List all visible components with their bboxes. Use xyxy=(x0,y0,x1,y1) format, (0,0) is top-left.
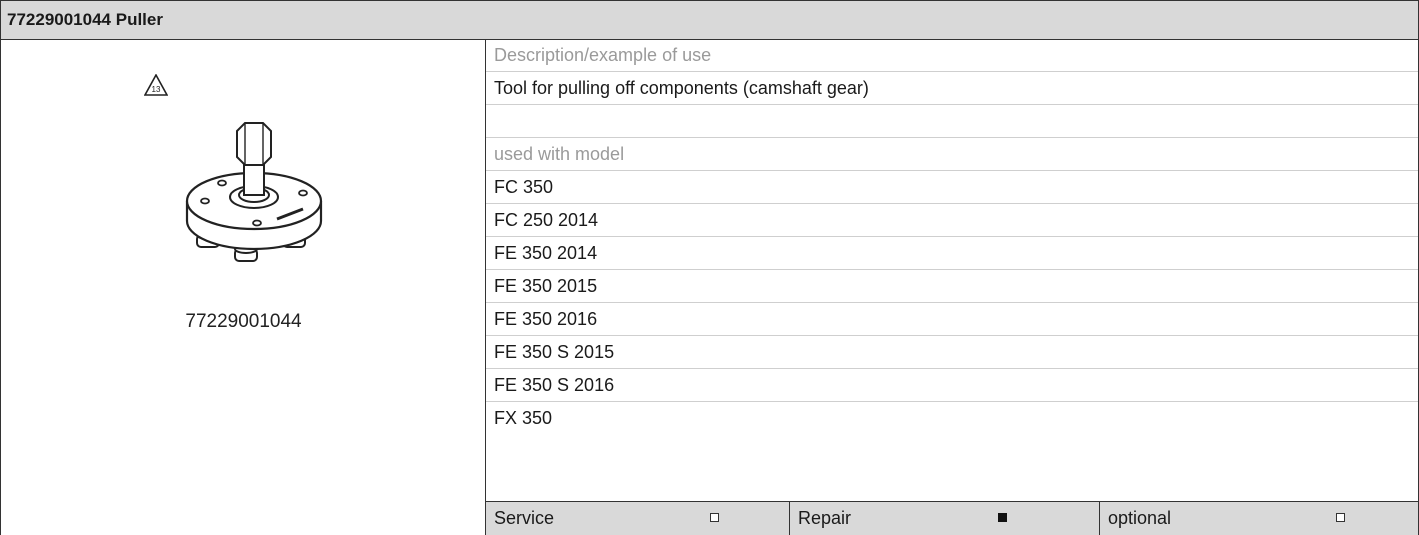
repair-label: Repair xyxy=(798,508,852,528)
optional-checkbox-icon xyxy=(1336,513,1345,522)
model-item: FX 350 xyxy=(494,408,553,428)
repair-cell: Repair xyxy=(789,502,1099,535)
tool-title: 77229001044 Puller xyxy=(0,0,1419,40)
optional-cell: optional xyxy=(1099,502,1418,535)
tool-image-panel: 13 77229001044 xyxy=(0,39,486,535)
puller-tool-illustration xyxy=(185,122,323,262)
model-item: FE 350 S 2015 xyxy=(486,336,1418,369)
model-item: FE 350 2016 xyxy=(486,303,1418,336)
tool-details-panel: Description/example of use Tool for pull… xyxy=(486,39,1419,535)
optional-label: optional xyxy=(1108,508,1172,528)
warning-triangle-icon: 13 xyxy=(144,74,168,96)
part-number: 77229001044 xyxy=(185,311,302,332)
service-cell: Service xyxy=(486,502,789,535)
model-item: FE 350 2014 xyxy=(486,237,1418,270)
warning-number: 13 xyxy=(152,85,161,94)
blank-row xyxy=(486,105,1418,138)
model-item: FE 350 2015 xyxy=(486,270,1418,303)
models-label: used with model xyxy=(486,138,1418,171)
model-item: FC 350 xyxy=(486,171,1418,204)
model-item: FE 350 S 2016 xyxy=(486,369,1418,402)
repair-checkbox-icon xyxy=(998,513,1007,522)
description-text: Tool for pulling off components (camshaf… xyxy=(486,72,1418,105)
service-checkbox-icon xyxy=(710,513,719,522)
service-label: Service xyxy=(494,508,555,528)
usage-category-bar: Service Repair optional xyxy=(486,501,1418,535)
tool-sheet: 77229001044 Puller 13 77229001044 Descri… xyxy=(0,0,1419,535)
model-item: FC 250 2014 xyxy=(486,204,1418,237)
description-label: Description/example of use xyxy=(486,39,1418,72)
